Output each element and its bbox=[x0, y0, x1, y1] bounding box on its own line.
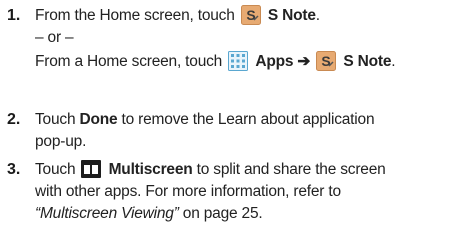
step-number: 1. bbox=[7, 7, 21, 24]
s-note-icon: S bbox=[316, 51, 337, 71]
step-line: with other apps. For more information, r… bbox=[35, 183, 341, 200]
step-number: 2. bbox=[7, 111, 21, 128]
arrow-icon: ➔ bbox=[297, 53, 311, 70]
step-body: From the Home screen, touch S S Note. – … bbox=[35, 5, 463, 73]
instruction-page: 1. From the Home screen, touch S S Note.… bbox=[0, 0, 467, 248]
svg-text:S: S bbox=[246, 7, 255, 23]
cross-reference-link: “Multiscreen Viewing” bbox=[35, 205, 179, 222]
s-note-label: S Note bbox=[267, 7, 316, 24]
step-number: 3. bbox=[7, 161, 21, 178]
step-line: “Multiscreen Viewing” on page 25. bbox=[35, 205, 263, 222]
step-line: From the Home screen, touch S S Note. bbox=[35, 5, 320, 25]
step-line: Touch Multiscreen to split and share the… bbox=[35, 159, 386, 179]
s-note-icon: S bbox=[240, 5, 261, 25]
step-body: Touch Multiscreen to split and share the… bbox=[35, 159, 463, 225]
s-note-label: S Note bbox=[343, 53, 392, 70]
done-label: Done bbox=[79, 111, 118, 128]
step-line: Touch Done to remove the Learn about app… bbox=[35, 111, 375, 128]
apps-label: Apps bbox=[255, 53, 294, 70]
step-line: pop-up. bbox=[35, 133, 87, 150]
step-line: – or – bbox=[35, 29, 74, 46]
step-body: Touch Done to remove the Learn about app… bbox=[35, 109, 463, 153]
apps-grid-icon bbox=[228, 51, 249, 71]
multiscreen-icon bbox=[81, 159, 102, 179]
step-line: From a Home screen, touch Apps ➔ S S Not… bbox=[35, 51, 396, 71]
multiscreen-label: Multiscreen bbox=[108, 161, 193, 178]
svg-text:S: S bbox=[322, 53, 331, 69]
